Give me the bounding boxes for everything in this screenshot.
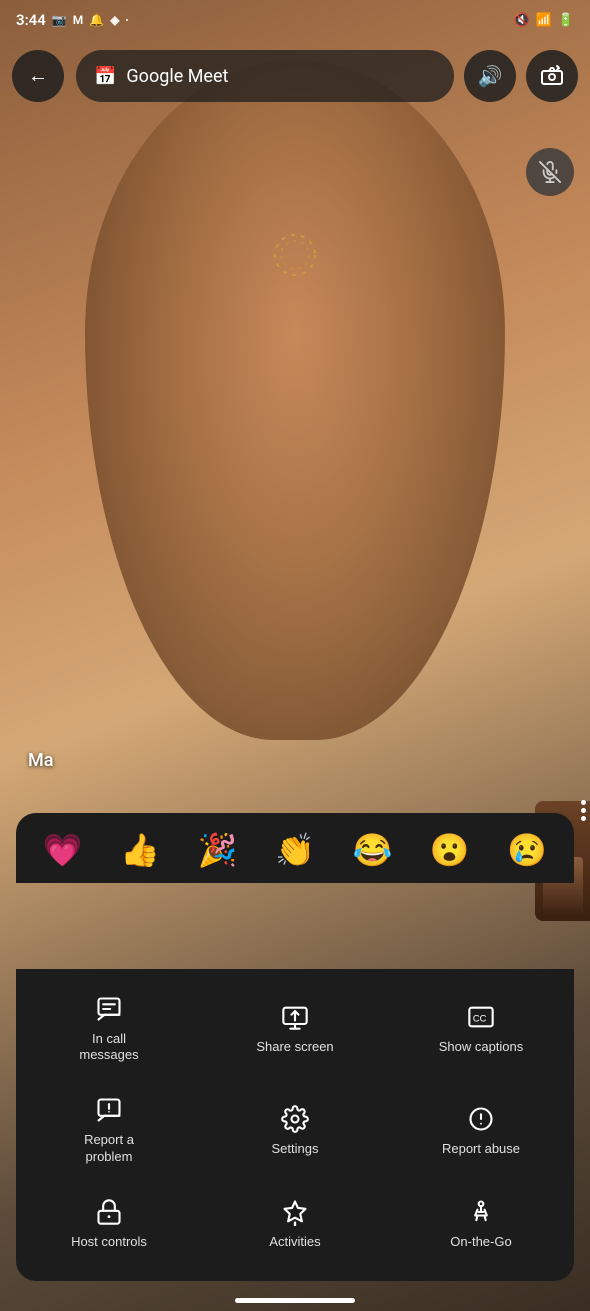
share-screen-label: Share screen [256, 1039, 333, 1056]
back-icon: ← [28, 65, 48, 88]
dot-icon: • [125, 16, 128, 25]
show-captions-label: Show captions [439, 1039, 524, 1056]
on-the-go-icon [467, 1198, 495, 1226]
share-screen-button[interactable]: Share screen [202, 977, 388, 1079]
diamond-icon: ◈ [110, 13, 119, 27]
report-problem-icon [95, 1096, 123, 1124]
mic-off-icon [539, 161, 561, 183]
app-bar: ← 📅 Google Meet 🔊 [0, 40, 590, 112]
emoji-thumbsup[interactable]: 👍 [103, 827, 176, 873]
status-bar: 3:44 📷 M 🔔 ◈ • 🔇 📶 🔋 [0, 0, 590, 40]
captions-icon: CC [467, 1003, 495, 1031]
report-problem-button[interactable]: Report aproblem [16, 1078, 202, 1180]
activities-button[interactable]: Activities [202, 1180, 388, 1265]
notification-icon: 🔔 [89, 13, 104, 27]
calendar-icon: 📅 [94, 66, 116, 87]
bottom-menu: In callmessages Share screen CC Show cap… [16, 969, 574, 1281]
back-button[interactable]: ← [12, 50, 64, 102]
flip-camera-icon [540, 64, 564, 88]
status-time: 3:44 [16, 11, 46, 29]
app-title-bar: 📅 Google Meet [76, 50, 454, 102]
activities-icon [281, 1198, 309, 1226]
emoji-wow[interactable]: 😮 [413, 827, 486, 873]
emoji-bar: 💗 👍 🎉 👏 😂 😮 😢 [16, 813, 574, 883]
battery-icon: 🔋 [558, 13, 574, 28]
settings-icon [281, 1105, 309, 1133]
in-call-messages-button[interactable]: In callmessages [16, 977, 202, 1079]
speaker-icon: 🔊 [478, 64, 503, 89]
report-problem-label: Report aproblem [84, 1132, 134, 1166]
app-title: Google Meet [126, 66, 228, 87]
home-indicator [235, 1298, 355, 1303]
in-call-messages-label: In callmessages [79, 1031, 138, 1065]
emoji-heart[interactable]: 💗 [26, 827, 99, 873]
speaker-button[interactable]: 🔊 [464, 50, 516, 102]
host-controls-button[interactable]: Host controls [16, 1180, 202, 1265]
settings-label: Settings [272, 1141, 319, 1158]
settings-button[interactable]: Settings [202, 1078, 388, 1180]
report-abuse-button[interactable]: Report abuse [388, 1078, 574, 1180]
host-controls-icon [95, 1198, 123, 1226]
host-controls-label: Host controls [71, 1234, 147, 1251]
share-screen-icon [281, 1003, 309, 1031]
sound-mute-icon: 🔇 [513, 13, 529, 28]
more-options-button[interactable] [581, 800, 586, 821]
emoji-sad[interactable]: 😢 [491, 827, 564, 873]
messages-icon [95, 995, 123, 1023]
camera-icon: 📷 [52, 13, 67, 27]
report-abuse-label: Report abuse [442, 1141, 520, 1158]
show-captions-button[interactable]: CC Show captions [388, 977, 574, 1079]
emoji-party[interactable]: 🎉 [181, 827, 254, 873]
participant-name: Ma [28, 750, 53, 771]
wifi-icon: 📶 [536, 13, 552, 28]
on-the-go-label: On-the-Go [450, 1234, 511, 1251]
report-abuse-icon [467, 1105, 495, 1133]
activities-label: Activities [269, 1234, 320, 1251]
emoji-laugh[interactable]: 😂 [336, 827, 409, 873]
mail-icon: M [73, 13, 84, 27]
flip-camera-button[interactable] [526, 50, 578, 102]
svg-text:CC: CC [473, 1014, 487, 1024]
mic-muted-overlay [526, 148, 574, 196]
emoji-clap[interactable]: 👏 [258, 827, 331, 873]
on-the-go-button[interactable]: On-the-Go [388, 1180, 574, 1265]
loading-indicator [270, 230, 320, 280]
